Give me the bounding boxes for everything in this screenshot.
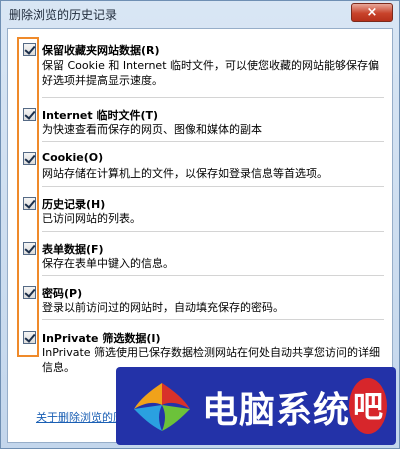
windows-logo-icon [134,383,190,431]
watermark-banner: 电脑系统 吧 [116,367,396,445]
option-favorites-title: 保留收藏夹网站数据(R) [42,44,160,57]
option-form-data-desc: 保存在表单中键入的信息。 [42,257,174,270]
watermark-text: 电脑系统 [202,389,351,431]
option-inprivate-title: InPrivate 筛选数据(I) [42,332,161,345]
option-passwords-desc: 登录以前访问过的网站时，自动填充保存的密码。 [42,301,284,314]
watermark-circled-char: 吧 [349,378,387,434]
separator [42,97,384,98]
separator [42,186,384,187]
option-temp-files-desc: 为快速查看而保存的网页、图像和媒体的副本 [42,123,262,136]
option-cookies-desc: 网站存储在计算机上的文件，以保存如登录信息等首选项。 [42,167,328,180]
option-form-data-title: 表单数据(F) [42,243,104,256]
delete-history-dialog: 删除浏览的历史记录 × 保留收藏夹网站数据(R) 保留 Cookie 和 Int… [0,0,400,449]
separator [42,319,384,320]
separator [42,275,384,276]
option-temp-files-title: Internet 临时文件(T) [42,109,159,122]
separator [42,141,384,142]
separator [42,231,384,232]
option-cookies-title: Cookie(O) [42,151,104,164]
option-history-desc: 已访问网站的列表。 [42,212,141,225]
close-button[interactable]: × [351,3,393,22]
option-favorites-desc: 保留 Cookie 和 Internet 临时文件，可以使您收藏的网站能够保存偏… [42,59,379,87]
checkbox-highlight-box [17,37,39,357]
option-passwords-title: 密码(P) [42,287,83,300]
svg-text:吧: 吧 [353,390,383,425]
dialog-title: 删除浏览的历史记录 [9,8,118,22]
title-bar: 删除浏览的历史记录 × [1,1,399,27]
option-history-title: 历史记录(H) [42,198,106,211]
